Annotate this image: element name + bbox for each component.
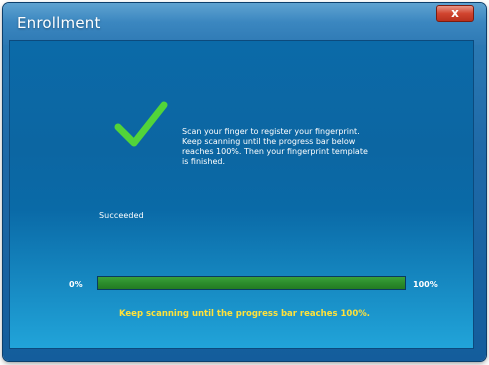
- status-text: Succeeded: [99, 211, 144, 220]
- progress-max-label: 100%: [413, 280, 438, 289]
- instructions-text: Scan your finger to register your finger…: [182, 127, 412, 167]
- footer-message: Keep scanning until the progress bar rea…: [118, 309, 370, 319]
- progress-min-label: 0%: [69, 280, 83, 289]
- title-bar: Enrollment x: [3, 3, 486, 45]
- instructions-line: reaches 100%. Then your fingerprint temp…: [182, 147, 368, 156]
- instructions-line: Keep scanning until the progress bar bel…: [182, 137, 356, 146]
- content-panel: [9, 40, 474, 349]
- progress-fill: [98, 277, 405, 289]
- checkmark-icon: [114, 101, 168, 147]
- progress-bar: [97, 276, 406, 290]
- instructions-line: is finished.: [182, 157, 226, 166]
- close-button[interactable]: x: [436, 5, 474, 22]
- window-title: Enrollment: [17, 14, 101, 32]
- instructions-line: Scan your finger to register your finger…: [182, 127, 360, 136]
